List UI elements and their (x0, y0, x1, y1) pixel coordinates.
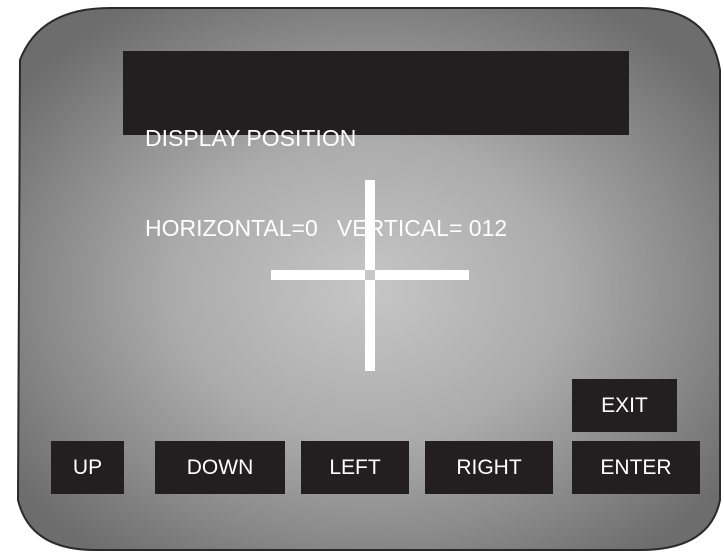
osd-info-panel: DISPLAY POSITION HORIZONTAL=0 VERTICAL= … (123, 51, 629, 241)
right-button-label: RIGHT (456, 455, 522, 479)
down-button-label: DOWN (186, 455, 254, 479)
up-button-label: UP (72, 455, 103, 479)
exit-button-label: EXIT (601, 393, 648, 417)
osd-position-readout: HORIZONTAL=0 VERTICAL= 012 (145, 215, 508, 241)
up-button[interactable]: UP (51, 441, 124, 494)
right-button[interactable]: RIGHT (425, 441, 553, 494)
crosshair-center (365, 270, 375, 280)
left-button[interactable]: LEFT (301, 441, 409, 494)
left-button-label: LEFT (329, 455, 381, 479)
down-button[interactable]: DOWN (155, 441, 285, 494)
osd-title: DISPLAY POSITION (145, 125, 357, 151)
enter-button-label: ENTER (600, 455, 672, 479)
enter-button[interactable]: ENTER (572, 441, 700, 494)
exit-button[interactable]: EXIT (572, 379, 677, 432)
